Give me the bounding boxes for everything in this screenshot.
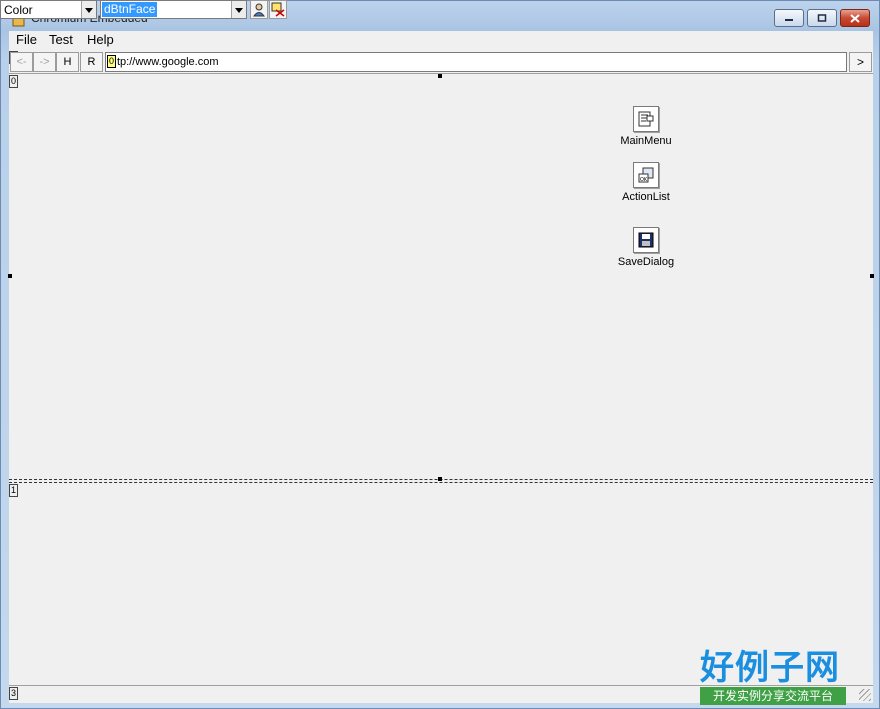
svg-text:OK: OK — [640, 177, 648, 183]
client-area: File Test Help 2 <- -> H R 0 tp://www.go… — [8, 31, 874, 703]
component-action-list[interactable]: OK ActionList — [606, 162, 686, 203]
minimize-icon — [785, 19, 793, 21]
close-icon — [850, 13, 860, 23]
watermark: 好例子网 开发实例分享交流平台 — [700, 640, 850, 705]
user-icon — [253, 3, 265, 17]
main-window: Chromium Embedded File Test Help 2 <- ->… — [0, 0, 880, 709]
status-badge: 3 — [9, 687, 18, 700]
reload-button[interactable]: R — [80, 52, 103, 72]
save-dialog-icon — [633, 227, 659, 253]
menu-test[interactable]: Test — [49, 32, 73, 47]
watermark-title: 好例子网 — [700, 648, 840, 688]
url-index-badge: 0 — [107, 55, 116, 68]
maximize-button[interactable] — [807, 9, 837, 27]
menu-file[interactable]: File — [16, 32, 37, 47]
minimize-button[interactable] — [774, 9, 804, 27]
menu-help[interactable]: Help — [87, 32, 114, 47]
pick-tool-button[interactable] — [269, 0, 287, 19]
user-tool-button[interactable] — [250, 0, 268, 19]
watermark-subtitle: 开发实例分享交流平台 — [700, 687, 846, 705]
component-label: ActionList — [622, 191, 670, 203]
resize-handle-right[interactable] — [870, 274, 874, 278]
url-input[interactable]: 0 tp://www.google.com — [105, 52, 847, 72]
navigation-bar: 2 <- -> H R 0 tp://www.google.com > — [9, 49, 873, 74]
chevron-down-icon[interactable] — [231, 1, 246, 18]
url-text: tp://www.google.com — [117, 56, 219, 68]
component-label: SaveDialog — [617, 256, 675, 268]
forward-button[interactable]: -> — [33, 52, 56, 72]
back-button[interactable]: <- — [10, 52, 33, 72]
component-label: MainMenu — [620, 135, 672, 147]
close-button[interactable] — [840, 9, 870, 27]
size-grip[interactable] — [859, 689, 871, 701]
chevron-down-icon[interactable] — [81, 1, 96, 18]
browser-panel-top[interactable]: 0 MainMenu OK ActionList SaveDialog — [8, 74, 874, 479]
component-save-dialog[interactable]: SaveDialog — [606, 227, 686, 268]
property-combo-value: Color — [4, 3, 33, 17]
menu-bar: File Test Help — [9, 31, 873, 49]
resize-handle-splitter[interactable] — [438, 477, 442, 481]
value-combo-value: dBtnFace — [102, 2, 158, 17]
maximize-icon — [817, 14, 827, 22]
property-combo[interactable]: Color — [0, 0, 97, 19]
home-button[interactable]: H — [56, 52, 79, 72]
bottom-panel-badge: 1 — [9, 484, 18, 497]
resize-handle-top[interactable] — [438, 74, 442, 78]
go-button[interactable]: > — [849, 52, 872, 72]
top-panel-badge: 0 — [9, 75, 18, 88]
main-menu-icon — [633, 106, 659, 132]
action-list-icon: OK — [633, 162, 659, 188]
resize-handle-left[interactable] — [8, 274, 12, 278]
picker-icon — [271, 2, 285, 17]
value-combo[interactable]: dBtnFace — [100, 0, 247, 19]
component-main-menu[interactable]: MainMenu — [606, 106, 686, 147]
